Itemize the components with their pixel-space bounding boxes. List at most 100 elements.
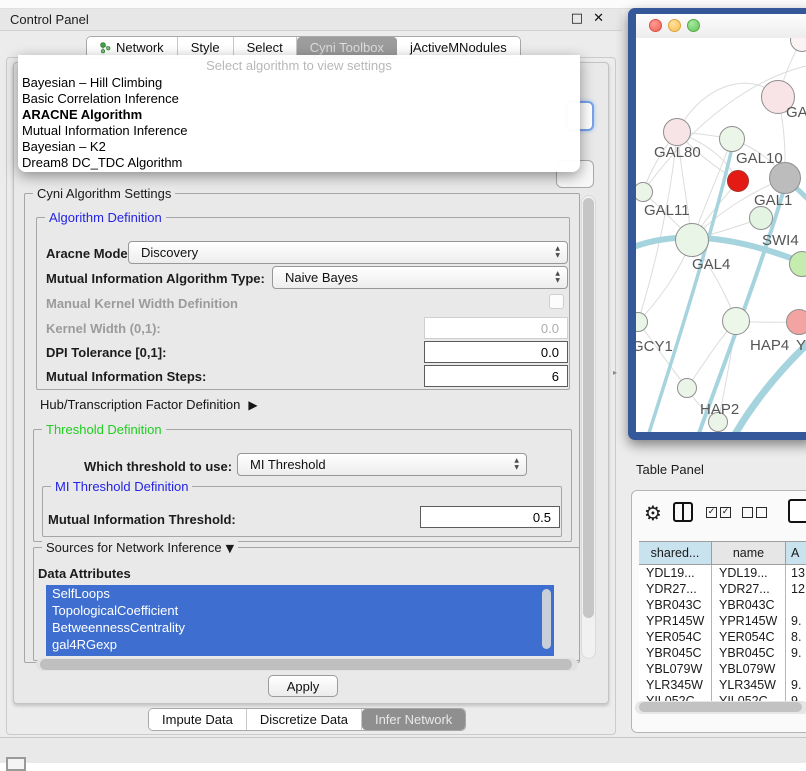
table-row[interactable]: YER054CYER054C8. [639, 629, 806, 645]
close-icon[interactable]: ✕ [593, 11, 604, 26]
scrollbar-thumb[interactable] [40, 659, 572, 670]
algorithm-item[interactable]: Bayesian – K2 [20, 139, 576, 155]
manual-kernel-checkbox[interactable] [549, 294, 564, 309]
bottom-tabstrip: Impute Data Discretize Data Infer Networ… [148, 708, 466, 731]
scrollbar-thumb[interactable] [639, 702, 802, 712]
network-node-gal1[interactable] [749, 206, 773, 230]
apply-button[interactable]: Apply [268, 675, 338, 697]
group-title: Algorithm Definition [45, 210, 166, 225]
network-canvas[interactable]: GAL GAL80 GAL10 GAL11 GAL1 SWI4 GAL4 GCY… [636, 38, 806, 432]
combo-value: Discovery [141, 245, 198, 260]
algorithm-item[interactable]: Bayesian – Hill Climbing [20, 75, 576, 91]
column-header-shared-name[interactable]: shared... [639, 542, 712, 564]
network-node-gal4[interactable] [675, 223, 709, 257]
collapsed-panel-icon[interactable] [6, 757, 26, 771]
which-threshold-combo[interactable]: MI Threshold ▲▼ [237, 453, 527, 476]
list-scrollbar-thumb[interactable] [542, 589, 551, 649]
document-icon[interactable] [788, 499, 806, 523]
kernel-width-field[interactable]: 0.0 [424, 317, 568, 339]
minimize-traffic-light[interactable] [668, 19, 681, 32]
attribute-item-selected[interactable]: BetweennessCentrality [46, 619, 554, 636]
network-view-window[interactable]: GAL GAL80 GAL10 GAL11 GAL1 SWI4 GAL4 GCY… [628, 8, 806, 440]
data-attributes-label: Data Attributes [38, 566, 131, 581]
scrollbar-thumb[interactable] [583, 198, 594, 618]
table-row[interactable]: YPR145WYPR145W9. [639, 613, 806, 629]
table-row[interactable]: YBR043CYBR043C [639, 597, 806, 613]
tab-discretize-data[interactable]: Discretize Data [247, 709, 362, 730]
group-title: Sources for Network Inference [46, 540, 222, 555]
table-row[interactable]: YLR345WYLR345W9. [639, 677, 806, 693]
algorithm-list: Bayesian – Hill Climbing Basic Correlati… [20, 75, 576, 171]
algorithm-dropdown-popup: Select algorithm to view settings Bayesi… [18, 55, 580, 172]
table-body: YDL19...YDL19...13 YDR27...YDR27...12 YB… [639, 565, 806, 703]
tab-label: Select [247, 40, 283, 55]
sources-group-title[interactable]: Sources for Network Inference▼ [42, 540, 238, 555]
stepper-icon: ▲▼ [555, 245, 560, 259]
tab-label: Infer Network [375, 712, 452, 727]
attribute-item-selected[interactable]: TopologicalCoefficient [46, 602, 554, 619]
settings-vertical-scrollbar[interactable] [581, 195, 596, 659]
table-panel-card: ⚙ ✓ ✓ shared... name A YDL19...YDL19...1… [631, 490, 806, 733]
table-header-row: shared... name A [639, 541, 806, 565]
table-horizontal-scrollbar[interactable] [635, 701, 806, 714]
node-label: SWI4 [762, 232, 799, 249]
attribute-item-selected[interactable]: gal4RGexp [46, 636, 554, 653]
panel-collapse-arrow[interactable]: ▸ [613, 368, 617, 377]
algorithm-item[interactable]: Basic Correlation Inference [20, 91, 576, 107]
mi-steps-field[interactable]: 6 [424, 365, 568, 387]
network-node-selected-red[interactable] [727, 170, 749, 192]
network-node-gal10[interactable] [719, 126, 745, 152]
expand-arrow-icon: ▶ [248, 398, 257, 412]
hub-definition-toggle[interactable]: Hub/Transcription Factor Definition▶ [40, 397, 258, 412]
popup-placeholder: Select algorithm to view settings [18, 58, 580, 73]
tab-label: Impute Data [162, 712, 233, 727]
tab-label: Discretize Data [260, 712, 348, 727]
float-icon[interactable]: □ [571, 11, 583, 26]
data-attributes-list: SelfLoops TopologicalCoefficient Between… [46, 585, 554, 656]
table-row[interactable]: YBR045CYBR045C9. [639, 645, 806, 661]
node-label: Y [796, 337, 806, 354]
tab-label: Cyni Toolbox [310, 40, 384, 55]
network-window-titlebar[interactable] [636, 14, 806, 39]
aracne-mode-combo[interactable]: Discovery ▲▼ [128, 241, 568, 264]
network-node-hap4[interactable] [722, 307, 750, 335]
zoom-traffic-light[interactable] [687, 19, 700, 32]
node-label: GCY1 [636, 338, 673, 355]
algorithm-item[interactable]: Dream8 DC_TDC Algorithm [20, 155, 576, 171]
network-node-gal80[interactable] [663, 118, 691, 146]
combo-value: Naive Bayes [285, 270, 358, 285]
node-label: HAP2 [700, 401, 739, 418]
algorithm-item-selected[interactable]: ARACNE Algorithm [20, 107, 576, 123]
control-panel-titlebar: Control Panel □ ✕ [0, 9, 622, 31]
tab-label: jActiveMNodules [410, 40, 507, 55]
algorithm-item[interactable]: Mutual Information Inference [20, 123, 576, 139]
columns-icon[interactable] [673, 502, 693, 522]
attribute-item-selected[interactable]: SelfLoops [46, 585, 554, 602]
column-header-avg[interactable]: A [786, 542, 806, 564]
node-label: HAP4 [750, 337, 789, 354]
column-header-name[interactable]: name [712, 542, 786, 564]
select-all-checks-icon[interactable]: ✓ ✓ [706, 507, 731, 518]
tab-label: Network [116, 40, 164, 55]
dpi-tolerance-field[interactable]: 0.0 [424, 341, 568, 363]
mi-type-combo[interactable]: Naive Bayes ▲▼ [272, 266, 568, 289]
window-controls: □ ✕ [571, 11, 604, 26]
tab-impute-data[interactable]: Impute Data [149, 709, 247, 730]
table-row[interactable]: YDL19...YDL19...13 [639, 565, 806, 581]
network-node-hap2[interactable] [677, 378, 697, 398]
node-label: GAL10 [736, 150, 783, 167]
group-title: MI Threshold Definition [51, 479, 192, 494]
tab-label: Style [191, 40, 220, 55]
gear-icon[interactable]: ⚙ [644, 501, 662, 525]
tab-infer-network[interactable]: Infer Network [362, 709, 465, 730]
network-node-pink[interactable] [786, 309, 806, 335]
mi-threshold-field[interactable]: 0.5 [420, 506, 560, 528]
close-traffic-light[interactable] [649, 19, 662, 32]
table-row[interactable]: YBL079WYBL079W [639, 661, 806, 677]
settings-horizontal-scrollbar[interactable] [36, 658, 578, 671]
checked-box-icon: ✓ [720, 507, 731, 518]
screen: Control Panel □ ✕ Network Style Select C… [0, 0, 806, 762]
deselect-all-checks-icon[interactable] [742, 507, 767, 518]
unchecked-box-icon [756, 507, 767, 518]
table-row[interactable]: YDR27...YDR27...12 [639, 581, 806, 597]
